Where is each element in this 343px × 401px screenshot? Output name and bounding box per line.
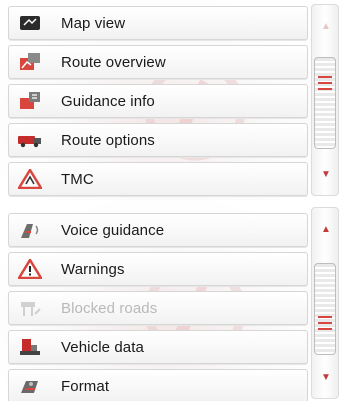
blocked-roads-icon: [17, 297, 43, 319]
menu-item-label: Format: [61, 377, 110, 395]
scrollbar-top[interactable]: ▲ ▼: [311, 4, 339, 196]
scroll-grip-mark: [318, 316, 332, 318]
tmc-warning-icon: [17, 168, 43, 190]
menu-item-voice-guidance[interactable]: Voice guidance: [8, 213, 308, 247]
map-view-icon: [17, 12, 43, 34]
menu-item-label: Warnings: [61, 260, 125, 278]
menu-item-format[interactable]: Format: [8, 369, 308, 401]
warning-triangle-icon: [17, 258, 43, 280]
menu-item-label: Guidance info: [61, 92, 155, 110]
menu-item-tmc[interactable]: TMC: [8, 162, 308, 196]
menu-item-guidance-info[interactable]: Guidance info: [8, 84, 308, 118]
menu-panel-top: Map view Route overview Guidance info Ro…: [0, 0, 343, 200]
scroll-down-button[interactable]: ▼: [312, 159, 340, 189]
scroll-grip-mark: [318, 322, 332, 324]
menu-item-route-overview[interactable]: Route overview: [8, 45, 308, 79]
format-icon: [17, 375, 43, 397]
menu-panel-bottom: Voice guidance Warnings Blocked roads Ve…: [0, 201, 343, 401]
voice-guidance-icon: [17, 219, 43, 241]
scrollbar-bottom[interactable]: ▲ ▼: [311, 207, 339, 399]
scroll-grip-mark: [318, 88, 332, 90]
menu-item-label: TMC: [61, 170, 94, 188]
menu-item-route-options[interactable]: Route options: [8, 123, 308, 157]
route-options-icon: [17, 129, 43, 151]
scroll-down-button[interactable]: ▼: [312, 362, 340, 392]
menu-item-warnings[interactable]: Warnings: [8, 252, 308, 286]
guidance-info-icon: [17, 90, 43, 112]
menu-item-label: Map view: [61, 14, 126, 32]
scroll-thumb[interactable]: [314, 263, 336, 355]
scroll-thumb[interactable]: [314, 57, 336, 149]
menu-item-label: Route options: [61, 131, 155, 149]
menu-item-label: Voice guidance: [61, 221, 165, 239]
menu-item-vehicle-data[interactable]: Vehicle data: [8, 330, 308, 364]
scroll-up-button[interactable]: ▲: [312, 11, 340, 41]
vehicle-data-icon: [17, 336, 43, 358]
scroll-grip-mark: [318, 76, 332, 78]
menu-item-label: Route overview: [61, 53, 166, 71]
menu-item-label: Blocked roads: [61, 299, 158, 317]
scroll-grip-mark: [318, 82, 332, 84]
scroll-grip-mark: [318, 328, 332, 330]
menu-item-label: Vehicle data: [61, 338, 144, 356]
menu-item-map-view[interactable]: Map view: [8, 6, 308, 40]
menu-item-blocked-roads: Blocked roads: [8, 291, 308, 325]
route-overview-icon: [17, 51, 43, 73]
scroll-up-button[interactable]: ▲: [312, 214, 340, 244]
